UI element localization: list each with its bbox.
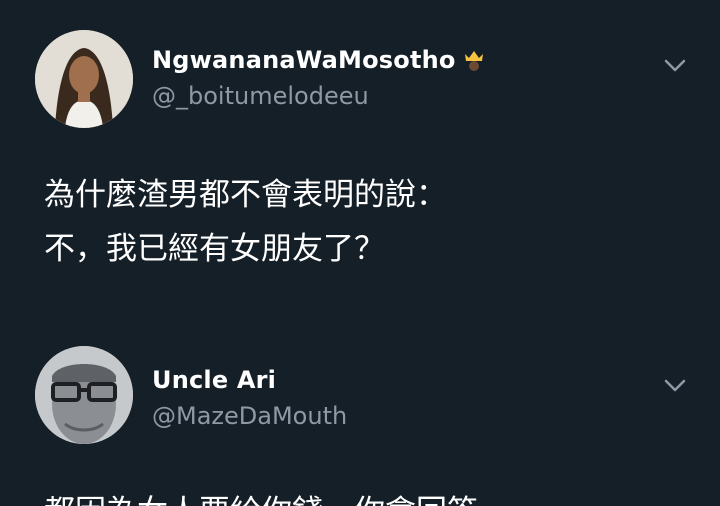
avatar[interactable]: [35, 30, 133, 128]
avatar[interactable]: [35, 346, 133, 444]
tweet-text: 為什麼渣男都不會表明的說： 不，我已經有女朋友了？: [44, 168, 447, 276]
display-name[interactable]: Uncle Ari: [152, 366, 276, 394]
tweet-text: 都因為女人要給你錢，你會回答: [44, 486, 478, 506]
profile-photo-icon: [35, 346, 133, 444]
chevron-down-icon[interactable]: [662, 372, 688, 398]
chevron-down-icon[interactable]: [662, 52, 688, 78]
tweet[interactable]: NgwananaWaMosotho @_boitumelodeeu 為什麼渣男都…: [0, 0, 720, 310]
display-name[interactable]: NgwananaWaMosotho: [152, 46, 486, 78]
tweet[interactable]: Uncle Ari @MazeDaMouth 都因為女人要給你錢，你會回答: [0, 340, 720, 506]
user-handle[interactable]: @_boitumelodeeu: [152, 82, 369, 110]
crown-icon: [462, 46, 486, 78]
profile-photo-icon: [35, 30, 133, 128]
tweet-text-line: 不，我已經有女朋友了？: [44, 231, 385, 267]
user-handle[interactable]: @MazeDaMouth: [152, 402, 347, 430]
tweet-text-line: 為什麼渣男都不會表明的說：: [44, 177, 447, 213]
